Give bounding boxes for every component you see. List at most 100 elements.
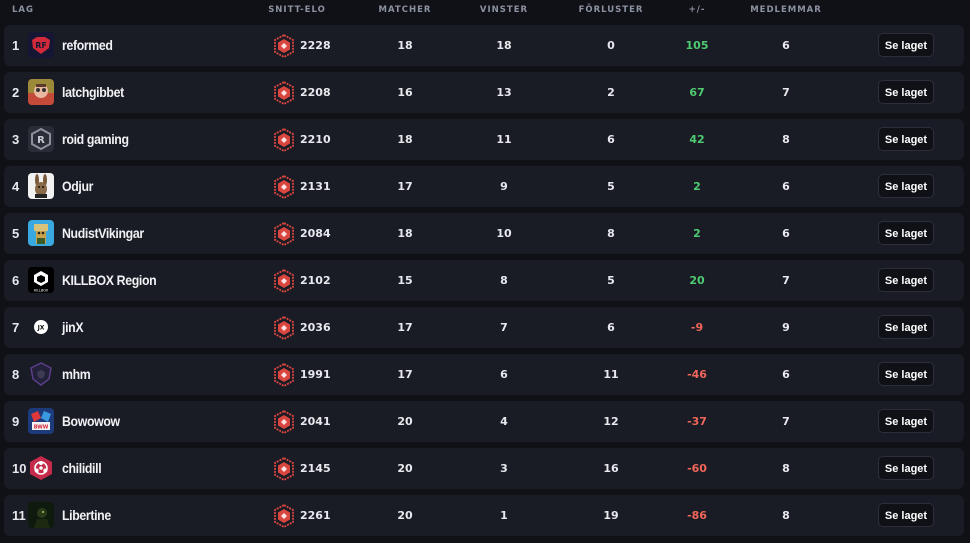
matches: 15: [397, 274, 413, 287]
table-row[interactable]: 10 chilidill 2145 20 3 16 -60 8 Se laget: [4, 448, 964, 489]
view-team-button[interactable]: Se laget: [878, 456, 934, 480]
table-row[interactable]: 4 Odjur 2131 17 9 5 2 6 Se laget: [4, 166, 964, 207]
elo-badge-icon: [273, 33, 295, 59]
avg-elo: 2036: [300, 321, 331, 334]
table-row[interactable]: 11 Libertine 2261 20 1 19 -86 8 Se laget: [4, 495, 964, 536]
team-name-link[interactable]: mhm: [62, 354, 91, 395]
svg-text:KILLBOX: KILLBOX: [34, 289, 49, 293]
elo-badge-icon: [273, 80, 295, 106]
table-row[interactable]: 8 mhm 1991 17 6 11 -46 6 Se laget: [4, 354, 964, 395]
goal-difference: -86: [687, 509, 707, 522]
rank: 3: [12, 132, 20, 147]
team-name-link[interactable]: chilidill: [62, 448, 102, 489]
members: 9: [782, 321, 790, 334]
roid-gaming-logo-icon: R: [28, 126, 54, 152]
wins: 9: [500, 180, 508, 193]
header-members[interactable]: MEDLEMMAR: [750, 5, 822, 15]
avg-elo: 2145: [300, 462, 331, 475]
losses: 0: [607, 39, 615, 52]
members: 8: [782, 133, 790, 146]
elo-badge-icon: [273, 315, 295, 341]
elo-badge-icon: [273, 362, 295, 388]
team-name-link[interactable]: roid gaming: [62, 119, 129, 160]
team-name-link[interactable]: jinX: [62, 307, 84, 348]
table-row[interactable]: 2 latchgibbet 2208 16 13 2 67 7 Se laget: [4, 72, 964, 113]
view-team-button[interactable]: Se laget: [878, 362, 934, 386]
view-team-button[interactable]: Se laget: [878, 409, 934, 433]
matches: 18: [397, 227, 413, 240]
table-row[interactable]: 3 Rroid gaming 2210 18 11 6 42 8 Se laget: [4, 119, 964, 160]
goal-difference: 42: [689, 133, 705, 146]
svg-text:RF: RF: [35, 41, 47, 50]
nudistvikingar-avatar-icon: [28, 220, 54, 246]
jinx-logo-icon: JX: [28, 314, 54, 340]
matches: 17: [397, 180, 413, 193]
chilidill-biohazard-logo-icon: [28, 455, 54, 481]
matches: 18: [397, 39, 413, 52]
odjur-rabbit-logo-icon: [28, 173, 54, 199]
goal-difference: 105: [685, 39, 709, 52]
header-diff[interactable]: +/-: [689, 5, 706, 15]
view-team-button[interactable]: Se laget: [878, 503, 934, 527]
view-team-button[interactable]: Se laget: [878, 221, 934, 245]
rank: 10: [12, 461, 27, 476]
header-avg-elo[interactable]: SNITT-ELO: [268, 5, 326, 15]
view-team-button[interactable]: Se laget: [878, 127, 934, 151]
members: 8: [782, 462, 790, 475]
matches: 20: [397, 462, 413, 475]
bowowow-logo-icon: BWW: [28, 408, 54, 434]
members: 7: [782, 86, 790, 99]
table-row[interactable]: 6 KILLBOX KILLBOX Region 2102 15 8 5 20 7 Se lage…: [4, 260, 964, 301]
rank: 11: [12, 508, 26, 523]
wins: 3: [500, 462, 508, 475]
header-wins[interactable]: VINSTER: [480, 5, 528, 15]
matches: 18: [397, 133, 413, 146]
team-name-link[interactable]: Bowowow: [62, 401, 120, 442]
team-name-link[interactable]: reformed: [62, 25, 113, 66]
view-team-button[interactable]: Se laget: [878, 268, 934, 292]
avg-elo: 2210: [300, 133, 331, 146]
reformed-logo-icon: RF: [28, 32, 54, 58]
avg-elo: 2261: [300, 509, 331, 522]
team-name-link[interactable]: NudistVikingar: [62, 213, 144, 254]
goal-difference: -37: [687, 415, 707, 428]
table-row[interactable]: 9 BWW Bowowow 2041 20 4 12 -37 7 Se laget: [4, 401, 964, 442]
losses: 2: [607, 86, 615, 99]
table-row[interactable]: 1 RF reformed 2228 18 18 0 105 6 Se laget: [4, 25, 964, 66]
svg-text:R: R: [37, 135, 45, 146]
elo-badge-icon: [273, 221, 295, 247]
avg-elo: 2084: [300, 227, 331, 240]
losses: 6: [607, 133, 615, 146]
view-team-button[interactable]: Se laget: [878, 315, 934, 339]
avg-elo: 2208: [300, 86, 331, 99]
standings-table: 1 RF reformed 2228 18 18 0 105 6 Se laget 2 latchgi…: [4, 25, 964, 542]
team-name-link[interactable]: latchgibbet: [62, 72, 124, 113]
team-name-link[interactable]: Odjur: [62, 166, 93, 207]
team-name-link[interactable]: KILLBOX Region: [62, 260, 157, 301]
goal-difference: 20: [689, 274, 705, 287]
matches: 17: [397, 321, 413, 334]
header-team[interactable]: LAG: [12, 5, 34, 15]
table-row[interactable]: 5 NudistVikingar 2084 18 10 8 2 6 Se laget: [4, 213, 964, 254]
losses: 11: [603, 368, 619, 381]
view-team-button[interactable]: Se laget: [878, 174, 934, 198]
view-team-button[interactable]: Se laget: [878, 80, 934, 104]
avg-elo: 2131: [300, 180, 331, 193]
goal-difference: -46: [687, 368, 707, 381]
elo-badge-icon: [273, 268, 295, 294]
header-matches[interactable]: MATCHER: [379, 5, 432, 15]
svg-text:JX: JX: [37, 325, 45, 332]
rank: 2: [12, 85, 20, 100]
team-name-link[interactable]: Libertine: [62, 495, 111, 536]
members: 6: [782, 39, 790, 52]
table-row[interactable]: 7 JX jinX 2036 17 7 6 -9 9 Se laget: [4, 307, 964, 348]
goal-difference: -60: [687, 462, 707, 475]
members: 7: [782, 274, 790, 287]
goal-difference: -9: [690, 321, 704, 334]
view-team-button[interactable]: Se laget: [878, 33, 934, 57]
wins: 13: [496, 86, 512, 99]
matches: 17: [397, 368, 413, 381]
latchgibbet-avatar-icon: [28, 79, 54, 105]
header-losses[interactable]: FÖRLUSTER: [579, 5, 644, 15]
losses: 5: [607, 274, 615, 287]
